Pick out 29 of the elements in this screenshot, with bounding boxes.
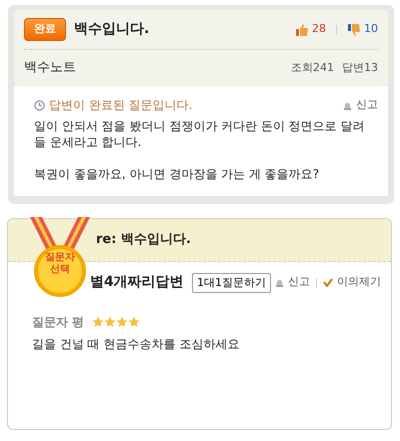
rating-label: 질문자 평 xyxy=(32,314,84,331)
answer-count: 답변13 xyxy=(342,60,378,76)
star-icon xyxy=(116,316,128,328)
like-count: 28 xyxy=(312,21,326,38)
thumbs-down-icon[interactable] xyxy=(347,22,361,36)
check-icon xyxy=(323,278,333,287)
report-link[interactable]: 신고 xyxy=(288,274,310,291)
bell-icon[interactable] xyxy=(275,278,284,287)
question-title: 백수입니다. xyxy=(74,20,150,39)
star-icon xyxy=(104,316,116,328)
question-text: 일이 안되서 점을 봤더니 점쟁이가 커다란 돈이 정면으로 달려들 운세라고 합니다. xyxy=(34,118,366,150)
answer-text: 길을 건널 때 현금수송차를 조심하세요 xyxy=(32,336,240,353)
dislike-count: 10 xyxy=(364,21,378,38)
ask-button[interactable]: 1대1질문하기 xyxy=(192,272,271,292)
author-name: 백수노트 xyxy=(24,59,77,78)
objection-link[interactable]: 이의제기 xyxy=(337,274,381,291)
notice-text: 답변이 완료된 질문입니다. xyxy=(49,97,194,114)
status-badge: 완료 xyxy=(24,18,66,41)
view-count: 조회241 xyxy=(291,60,334,76)
medal-label: 질문자 선택 xyxy=(44,252,76,276)
bell-icon[interactable] xyxy=(343,100,352,110)
answerer-name: 별4개짜리답변 xyxy=(90,273,185,292)
answer-title: re: 백수입니다. xyxy=(96,231,191,250)
thumbs-up-icon[interactable] xyxy=(295,22,309,36)
question-text: 복권이 좋을까요, 아니면 경마장을 가는 게 좋을까요? xyxy=(34,166,320,182)
clock-icon xyxy=(34,100,45,110)
star-icon xyxy=(128,316,140,328)
report-link[interactable]: 신고 xyxy=(356,96,378,114)
star-icon xyxy=(92,316,104,328)
